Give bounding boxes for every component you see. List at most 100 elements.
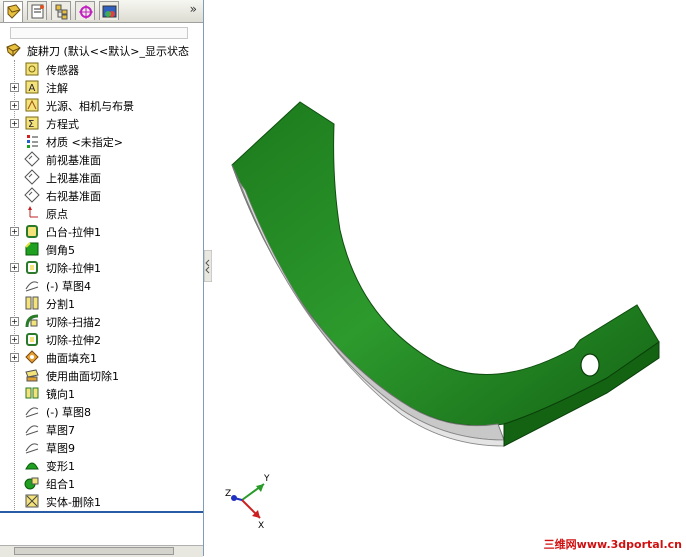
scrollbar-thumb[interactable] xyxy=(14,547,174,555)
tree-item-label: 变形1 xyxy=(46,460,75,473)
tree-item-label: 倒角5 xyxy=(46,244,75,257)
feature-manager-tab-icon xyxy=(7,4,21,19)
tree-item-label: 注解 xyxy=(46,82,68,95)
tree-item[interactable]: + 光源、相机与布景 xyxy=(0,96,204,114)
tree-item-label: 光源、相机与布景 xyxy=(46,100,134,113)
plane-icon xyxy=(24,151,40,167)
deform-icon xyxy=(25,462,39,470)
tree-item-label: 实体-删除1 xyxy=(46,496,101,509)
tree-item[interactable]: 右视基准面 xyxy=(0,186,204,204)
expand-toggle[interactable]: + xyxy=(10,353,19,362)
cut-sweep-icon xyxy=(25,314,39,328)
tree-item[interactable]: 原点 xyxy=(0,204,204,222)
tree-item-label: 凸台-拉伸1 xyxy=(46,226,101,239)
tree-item-label: (-) 草图8 xyxy=(46,406,92,419)
equation-icon: Σ xyxy=(25,116,39,130)
display-manager-tab[interactable] xyxy=(99,1,119,20)
tree-item-label: 前视基准面 xyxy=(46,154,101,167)
tree-item[interactable]: + 切除-拉伸1 xyxy=(0,258,204,276)
tree-item[interactable]: + 切除-拉伸2 xyxy=(0,330,204,348)
tree-item-label: (-) 草图4 xyxy=(46,280,92,293)
tree-item[interactable]: 传感器 xyxy=(0,60,204,78)
panel-splitter-handle[interactable] xyxy=(204,250,212,282)
dimxpert-tab[interactable] xyxy=(75,1,95,20)
expand-toggle[interactable]: + xyxy=(10,263,19,272)
chamfer-icon xyxy=(25,242,39,256)
expand-toggle[interactable]: + xyxy=(10,101,19,110)
property-manager-tab-icon xyxy=(31,4,44,19)
feature-manager-tab[interactable] xyxy=(3,1,23,22)
tree-item[interactable]: 分割1 xyxy=(0,294,204,312)
tree-item-label: 镜向1 xyxy=(46,388,75,401)
tree-item-label: 分割1 xyxy=(46,298,75,311)
orientation-triad: Y X Z xyxy=(225,474,270,530)
surface-cut-icon xyxy=(25,369,39,382)
dimxpert-tab-icon xyxy=(79,5,93,19)
plane-icon xyxy=(24,169,40,185)
tree-item[interactable]: 镜向1 xyxy=(0,384,204,402)
tree-root-part[interactable]: 旋耕刀 (默认<<默认>_显示状态 xyxy=(0,40,204,58)
svg-text:A: A xyxy=(29,83,36,94)
tree-item-label: 材质 <未指定> xyxy=(46,136,123,149)
tree-item[interactable]: 草图7 xyxy=(0,420,204,438)
tree-item[interactable]: 倒角5 xyxy=(0,240,204,258)
tree-item[interactable]: 变形1 xyxy=(0,456,204,474)
combine-icon xyxy=(24,477,39,490)
panel-horizontal-scrollbar[interactable] xyxy=(0,545,203,557)
tree-item-label: 使用曲面切除1 xyxy=(46,370,119,383)
tree-item[interactable]: 实体-删除1 xyxy=(0,492,204,510)
tree-item[interactable]: + 切除-扫描2 xyxy=(0,312,204,330)
tree-filter-bar[interactable] xyxy=(10,27,188,39)
configuration-manager-tab-icon xyxy=(55,4,68,20)
tree-item-label: 草图9 xyxy=(46,442,75,455)
tree-item[interactable]: 上视基准面 xyxy=(0,168,204,186)
tree-item-label: 原点 xyxy=(46,208,68,221)
tree-item[interactable]: + Σ 方程式 xyxy=(0,114,204,132)
tree-item[interactable]: 材质 <未指定> xyxy=(0,132,204,150)
origin-icon xyxy=(28,206,38,218)
material-icon xyxy=(27,135,38,148)
tree-item[interactable]: 组合1 xyxy=(0,474,204,492)
tree-item[interactable]: (-) 草图4 xyxy=(0,276,204,294)
cut-extrude-icon xyxy=(26,333,38,346)
mirror-icon xyxy=(25,387,39,399)
tree-item[interactable]: (-) 草图8 xyxy=(0,402,204,420)
tree-item[interactable]: + 曲面填充1 xyxy=(0,348,204,366)
split-icon xyxy=(25,296,39,310)
rotary-blade-model[interactable] xyxy=(212,0,686,556)
panel-expand-chevron[interactable]: » xyxy=(190,2,197,16)
expand-toggle[interactable]: + xyxy=(10,317,19,326)
svg-text:Σ: Σ xyxy=(28,119,34,130)
sensor-icon xyxy=(25,62,39,76)
tree-item[interactable]: + 凸台-拉伸1 xyxy=(0,222,204,240)
tree-item-label: 组合1 xyxy=(46,478,75,491)
tree-item[interactable]: 前视基准面 xyxy=(0,150,204,168)
annotation-icon: A xyxy=(25,80,39,94)
boss-extrude-icon xyxy=(26,225,38,238)
graphics-area[interactable]: Y X Z 三维网www.3dportal.cn xyxy=(212,0,686,556)
expand-toggle[interactable]: + xyxy=(10,227,19,236)
sketch-icon xyxy=(25,407,39,418)
display-manager-tab-icon xyxy=(102,5,117,18)
tree-item[interactable]: 使用曲面切除1 xyxy=(0,366,204,384)
tree-item[interactable]: 草图9 xyxy=(0,438,204,456)
expand-toggle[interactable]: + xyxy=(10,119,19,128)
tree-item-label: 切除-扫描2 xyxy=(46,316,101,329)
body-delete-icon xyxy=(25,494,39,508)
triad-z-label: Z xyxy=(225,489,231,499)
expand-toggle[interactable]: + xyxy=(10,335,19,344)
feature-manager-panel: » 旋耕刀 (默认<<默认>_显示状态 传感器 + A 注解 + 光源、相机与布景 + Σ 方程… xyxy=(0,0,204,557)
triad-y-label: Y xyxy=(263,474,270,484)
mounting-hole xyxy=(580,353,600,377)
tree-item-label: 切除-拉伸1 xyxy=(46,262,101,275)
property-manager-tab[interactable] xyxy=(27,1,47,20)
tree-item-label: 方程式 xyxy=(46,118,79,131)
panel-tab-bar: » xyxy=(0,0,203,23)
tree-item-label: 上视基准面 xyxy=(46,172,101,185)
expand-toggle[interactable]: + xyxy=(10,83,19,92)
cut-extrude-icon xyxy=(26,261,38,274)
plane-icon xyxy=(24,187,40,203)
configuration-manager-tab[interactable] xyxy=(51,1,71,20)
sketch-icon xyxy=(25,281,39,292)
tree-item[interactable]: + A 注解 xyxy=(0,78,204,96)
